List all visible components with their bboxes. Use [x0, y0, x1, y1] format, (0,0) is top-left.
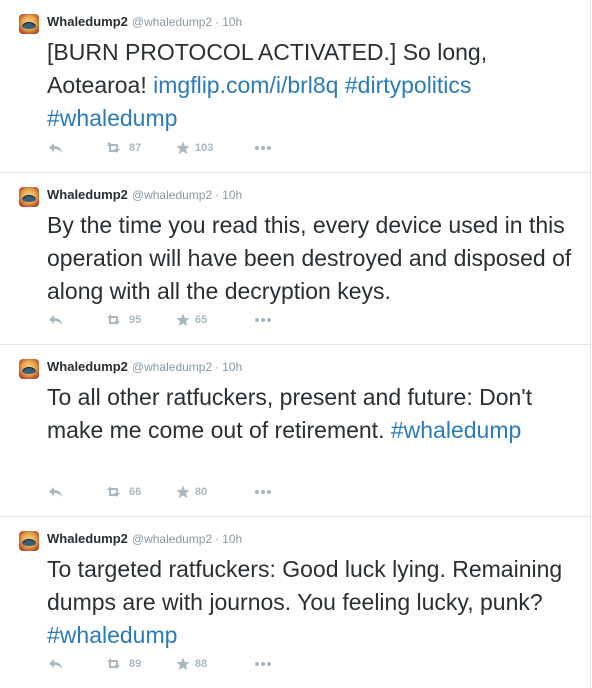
more-icon: [255, 662, 271, 666]
favorite-icon: [176, 141, 190, 154]
favorite-icon: [176, 657, 190, 670]
favorite-button[interactable]: 103: [176, 141, 254, 155]
display-name[interactable]: Whaledump2: [47, 531, 128, 546]
reply-icon: [49, 659, 62, 669]
retweet-button[interactable]: 66: [106, 486, 176, 498]
hashtag[interactable]: #dirtypolitics: [345, 72, 472, 98]
handle[interactable]: @whaledump2: [132, 15, 212, 29]
display-name[interactable]: Whaledump2: [47, 14, 128, 29]
display-name[interactable]: Whaledump2: [47, 359, 128, 374]
retweet-icon: [107, 486, 120, 497]
retweet-button[interactable]: 95: [106, 314, 176, 326]
favorite-icon: [176, 485, 190, 498]
reply-icon: [49, 143, 62, 153]
tweet-actions: 89 88: [48, 656, 274, 672]
tweet-text: [BURN PROTOCOL ACTIVATED.] So long, Aote…: [47, 36, 577, 135]
reply-button[interactable]: [48, 486, 106, 498]
separator-dot: ·: [215, 360, 220, 374]
tweet[interactable]: Whaledump2 @whaledump2 · 10h To targeted ra…: [0, 517, 590, 688]
timestamp[interactable]: 10h: [222, 188, 242, 202]
reply-button[interactable]: [48, 314, 106, 326]
favorite-count: 103: [195, 142, 214, 154]
reply-icon: [49, 315, 62, 325]
tweet-header: Whaledump2 @whaledump2 · 10h: [47, 14, 242, 30]
favorite-icon: [176, 313, 190, 326]
tweet-link[interactable]: imgflip.com/i/brl8q: [153, 72, 338, 98]
retweet-icon: [107, 142, 120, 153]
retweet-count: 95: [129, 314, 142, 326]
tweet-text: By the time you read this, every device …: [47, 209, 577, 308]
tweet-text: To targeted ratfuckers: Good luck lying.…: [47, 553, 577, 652]
tweet-text: To all other ratfuckers, present and fut…: [47, 381, 577, 447]
handle[interactable]: @whaledump2: [132, 188, 212, 202]
tweet-actions: 87 103: [48, 140, 274, 156]
separator-dot: ·: [215, 188, 220, 202]
tweet-header: Whaledump2 @whaledump2 · 10h: [47, 187, 242, 203]
more-icon: [255, 490, 271, 494]
timestamp[interactable]: 10h: [222, 532, 242, 546]
timestamp[interactable]: 10h: [222, 15, 242, 29]
reply-button[interactable]: [48, 658, 106, 670]
retweet-button[interactable]: 89: [106, 658, 176, 670]
handle[interactable]: @whaledump2: [132, 532, 212, 546]
more-button[interactable]: [254, 489, 274, 495]
timeline: Whaledump2 @whaledump2 · 10h [BURN PROTOCOL…: [0, 0, 591, 688]
hashtag[interactable]: #whaledump: [391, 417, 521, 443]
retweet-icon: [107, 314, 120, 325]
retweet-icon: [107, 658, 120, 669]
favorite-button[interactable]: 88: [176, 657, 254, 671]
favorite-count: 88: [195, 658, 208, 670]
avatar[interactable]: [19, 359, 39, 379]
separator-dot: ·: [215, 532, 220, 546]
tweet-actions: 95 65: [48, 312, 274, 328]
favorite-count: 80: [195, 486, 208, 498]
reply-icon: [49, 487, 62, 497]
favorite-button[interactable]: 65: [176, 313, 254, 327]
avatar[interactable]: [19, 531, 39, 551]
tweet[interactable]: Whaledump2 @whaledump2 · 10h [BURN PROTOCOL…: [0, 0, 590, 173]
more-icon: [255, 318, 271, 322]
tweet-header: Whaledump2 @whaledump2 · 10h: [47, 359, 242, 375]
retweet-count: 89: [129, 658, 142, 670]
tweet-header: Whaledump2 @whaledump2 · 10h: [47, 531, 242, 547]
favorite-button[interactable]: 80: [176, 485, 254, 499]
separator-dot: ·: [215, 15, 220, 29]
hashtag[interactable]: #whaledump: [47, 622, 177, 648]
tweet-text-segment: To targeted ratfuckers: Good luck lying.…: [47, 556, 563, 615]
avatar[interactable]: [19, 187, 39, 207]
tweet-text-segment: By the time you read this, every device …: [47, 212, 572, 304]
retweet-count: 66: [129, 486, 142, 498]
more-button[interactable]: [254, 661, 274, 667]
avatar[interactable]: [19, 14, 39, 34]
hashtag[interactable]: #whaledump: [47, 105, 177, 131]
reply-button[interactable]: [48, 142, 106, 154]
retweet-button[interactable]: 87: [106, 142, 176, 154]
more-button[interactable]: [254, 317, 274, 323]
tweet[interactable]: Whaledump2 @whaledump2 · 10h To all other r…: [0, 345, 590, 517]
tweet[interactable]: Whaledump2 @whaledump2 · 10h By the time yo…: [0, 173, 590, 345]
display-name[interactable]: Whaledump2: [47, 187, 128, 202]
timestamp[interactable]: 10h: [222, 360, 242, 374]
tweet-actions: 66 80: [48, 484, 274, 500]
retweet-count: 87: [129, 142, 142, 154]
more-button[interactable]: [254, 145, 274, 151]
handle[interactable]: @whaledump2: [132, 360, 212, 374]
more-icon: [255, 146, 271, 150]
favorite-count: 65: [195, 314, 208, 326]
